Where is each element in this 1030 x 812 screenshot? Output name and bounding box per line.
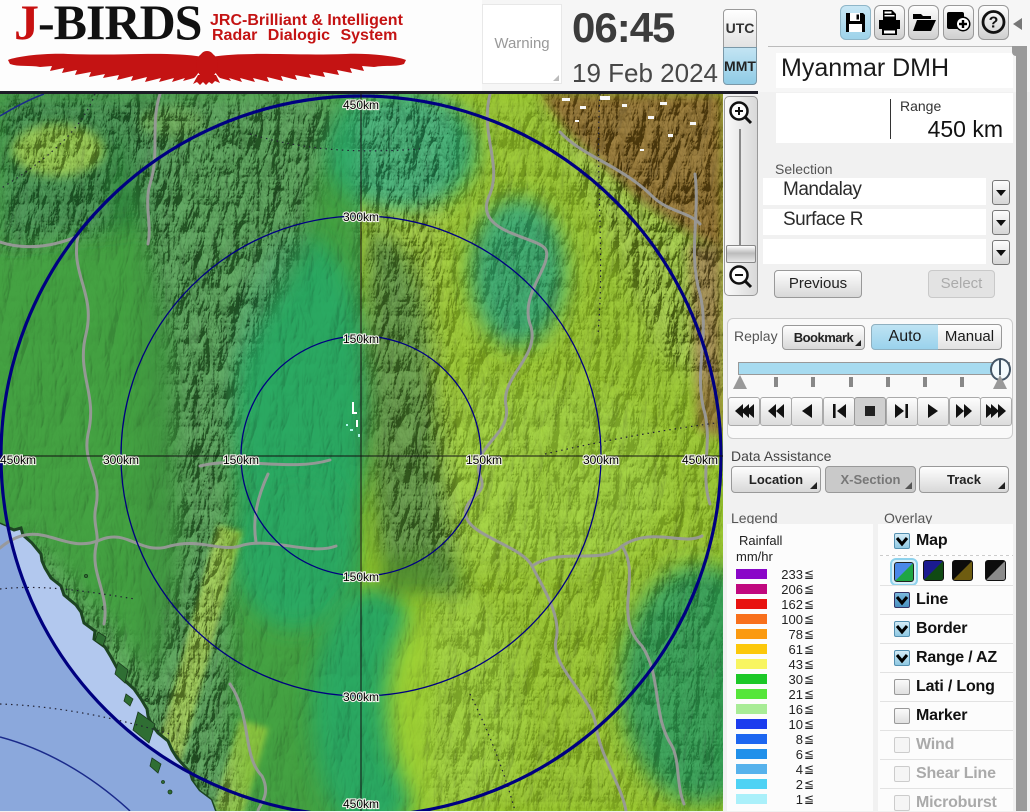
svg-text:150km: 150km xyxy=(223,453,259,467)
svg-text:150km: 150km xyxy=(343,570,379,584)
svg-text:150km: 150km xyxy=(343,332,379,346)
svg-text:?: ? xyxy=(989,15,999,32)
svg-text:150km: 150km xyxy=(466,453,502,467)
svg-text:450km: 450km xyxy=(682,453,718,467)
svg-text:450km: 450km xyxy=(343,98,379,112)
svg-text:300km: 300km xyxy=(583,453,619,467)
svg-text:450km: 450km xyxy=(0,453,36,467)
svg-text:300km: 300km xyxy=(343,690,379,704)
svg-text:450km: 450km xyxy=(343,797,379,811)
svg-text:300km: 300km xyxy=(343,210,379,224)
svg-text:300km: 300km xyxy=(103,453,139,467)
